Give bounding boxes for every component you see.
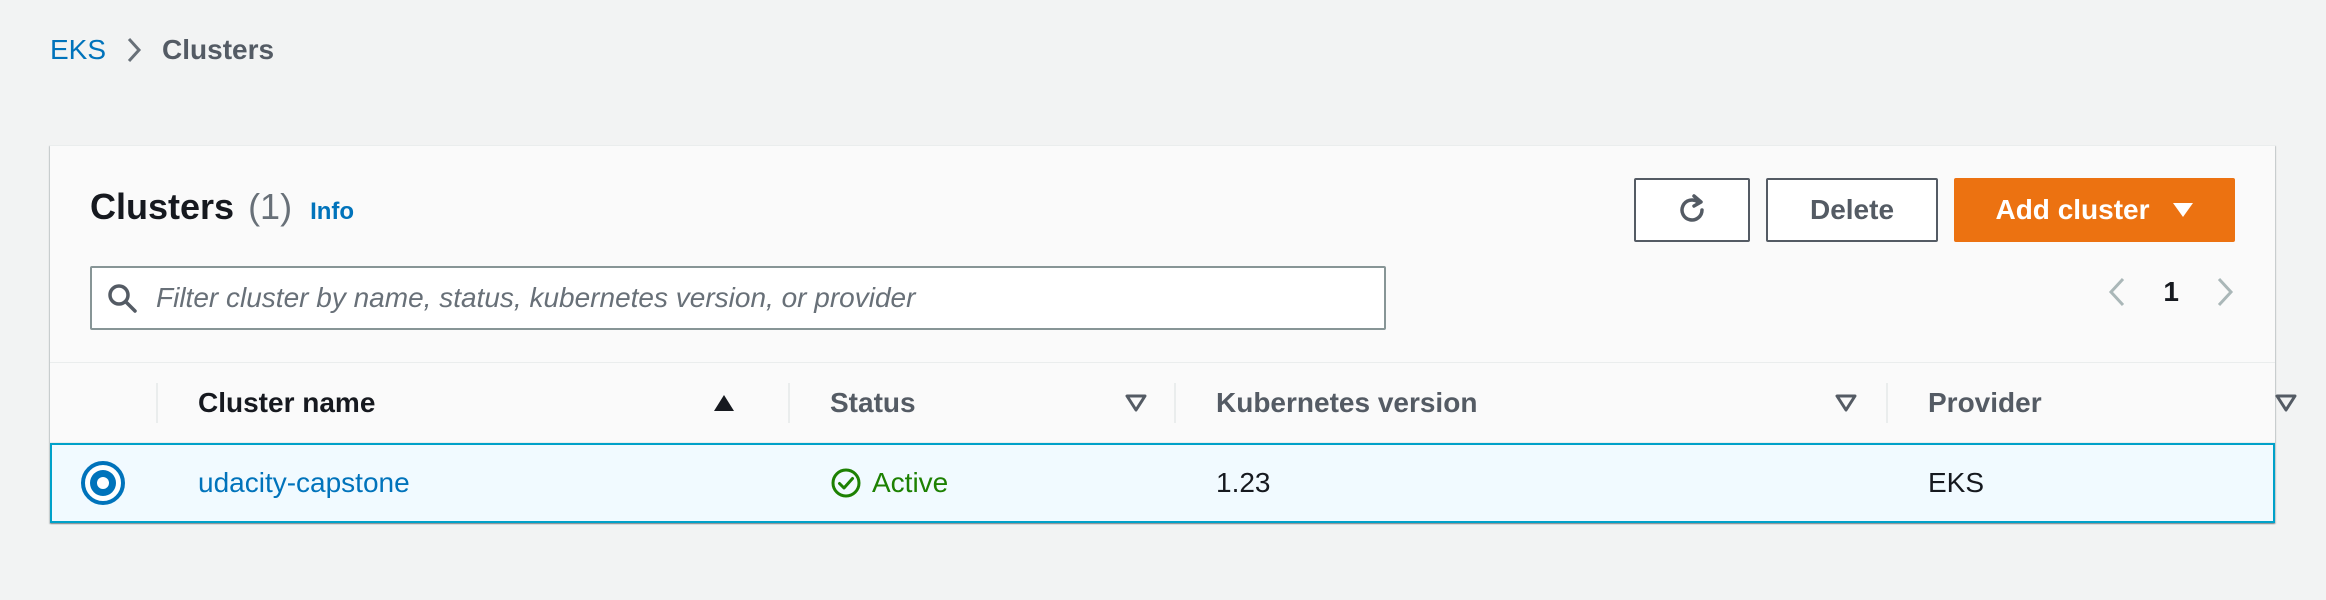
column-label: Provider <box>1928 387 2042 418</box>
caret-down-icon <box>2172 202 2194 218</box>
current-page-number[interactable]: 1 <box>2163 276 2179 308</box>
sort-unsorted-icon[interactable] <box>1125 394 1147 412</box>
row-radio[interactable] <box>80 445 126 521</box>
previous-page-icon[interactable] <box>2107 276 2127 308</box>
cluster-name-link[interactable]: udacity-capstone <box>198 467 410 499</box>
refresh-icon <box>1674 192 1710 228</box>
refresh-button[interactable] <box>1634 178 1750 242</box>
panel-title: Clusters <box>90 186 235 227</box>
breadcrumb-eks-link[interactable]: EKS <box>50 30 106 70</box>
search-icon <box>106 282 138 314</box>
pagination: 1 <box>2107 276 2235 308</box>
column-divider <box>1174 383 1176 423</box>
column-header-status[interactable]: Status <box>830 363 1190 443</box>
provider-text: EKS <box>1928 467 1985 498</box>
next-page-icon[interactable] <box>2215 276 2235 308</box>
sort-unsorted-icon[interactable] <box>1835 394 1857 412</box>
cluster-count: (1) <box>248 186 293 227</box>
panel-header: Clusters (1) Info Delete Add cluster Fil… <box>50 146 2275 363</box>
column-divider <box>1886 383 1888 423</box>
delete-button[interactable]: Delete <box>1766 178 1938 242</box>
table-row[interactable]: udacity-capstone Active 1.23 EKS <box>50 443 2275 523</box>
sort-ascending-icon[interactable] <box>713 394 735 412</box>
clusters-panel: Clusters (1) Info Delete Add cluster Fil… <box>50 145 2297 523</box>
column-header-kubernetes-version[interactable]: Kubernetes version <box>1216 363 1896 443</box>
column-label: Cluster name <box>198 387 376 418</box>
search-field[interactable] <box>90 266 1386 330</box>
add-cluster-button[interactable]: Add cluster <box>1954 178 2235 242</box>
panel-title-row: Clusters (1) Info <box>90 186 354 228</box>
cell-status: Active <box>830 445 948 521</box>
column-divider <box>156 383 158 423</box>
chevron-right-icon <box>124 36 144 64</box>
check-circle-icon <box>830 467 862 499</box>
status-text: Active <box>872 467 949 498</box>
column-divider <box>788 383 790 423</box>
cell-kubernetes-version: 1.23 <box>1216 445 1271 521</box>
panel-actions: Delete Add cluster <box>1634 178 2235 242</box>
column-header-cluster-name[interactable]: Cluster name <box>198 363 758 443</box>
sort-unsorted-icon[interactable] <box>2275 394 2297 412</box>
breadcrumb-current: Clusters <box>162 34 275 65</box>
column-label: Kubernetes version <box>1216 387 1478 418</box>
add-cluster-label: Add cluster <box>1995 194 2150 225</box>
info-link[interactable]: Info <box>310 198 354 226</box>
radio-selected-icon[interactable] <box>80 460 126 506</box>
status-badge: Active <box>830 467 948 499</box>
column-header-provider[interactable]: Provider <box>1928 363 2297 443</box>
breadcrumb: EKS Clusters <box>50 30 274 70</box>
cell-cluster-name: udacity-capstone <box>198 445 410 521</box>
column-label: Status <box>830 387 916 418</box>
cell-provider: EKS <box>1928 445 1984 521</box>
kubernetes-version-text: 1.23 <box>1216 467 1271 498</box>
search-input[interactable] <box>156 282 1336 314</box>
table-header: Cluster name Status Kubernetes version P… <box>50 363 2297 443</box>
